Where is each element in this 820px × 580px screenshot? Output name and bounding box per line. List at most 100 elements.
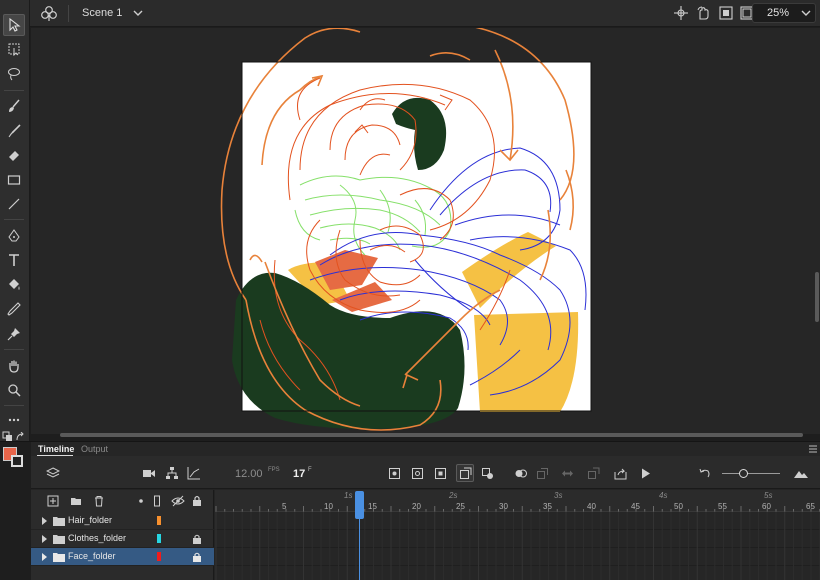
- current-frame-value[interactable]: 17: [293, 468, 305, 480]
- new-folder-icon[interactable]: [70, 495, 82, 507]
- seconds-label: 4s: [659, 491, 668, 500]
- lock-icon[interactable]: [192, 534, 202, 544]
- eraser-tool[interactable]: [3, 144, 25, 166]
- pin-tool[interactable]: [3, 323, 25, 345]
- layer-row-clothes[interactable]: Clothes_folder: [31, 530, 214, 548]
- line-tool[interactable]: [3, 193, 25, 215]
- camera-icon[interactable]: [142, 466, 156, 480]
- arrow-icon: [9, 18, 21, 32]
- zoom-tool[interactable]: [3, 379, 25, 401]
- toolbar-divider: [4, 349, 24, 350]
- tab-output[interactable]: Output: [81, 444, 108, 454]
- frame-number: 50: [674, 502, 683, 511]
- fps-value[interactable]: 12.00: [235, 468, 263, 480]
- edit-multiple-frames-button[interactable]: [533, 464, 551, 482]
- ruler-ticks: [215, 506, 820, 512]
- mountain-zoom-icon[interactable]: [793, 466, 809, 480]
- free-transform-icon: [8, 43, 20, 56]
- color-chips: [0, 430, 30, 470]
- paint-bucket-tool[interactable]: [3, 274, 25, 296]
- selection-tool[interactable]: [3, 14, 25, 36]
- hide-eye-icon[interactable]: [171, 495, 185, 507]
- zoom-dropdown[interactable]: 25%: [752, 3, 816, 23]
- layer-row-face[interactable]: Face_folder: [31, 548, 214, 566]
- frame-ruler[interactable]: 1s 2s 3s 4s 5s 5 10 15 20 25 30 35 40 45…: [215, 490, 820, 512]
- horizontal-scrollbar[interactable]: [60, 433, 803, 437]
- playhead-handle[interactable]: [355, 491, 364, 519]
- sync-symbols-button[interactable]: [584, 464, 602, 482]
- pen-icon: [8, 229, 20, 242]
- eyedropper-icon: [7, 302, 21, 316]
- timeline-toolbar: 12.00 FPS 17 F: [31, 456, 820, 489]
- lock-icon[interactable]: [192, 552, 202, 562]
- layer-row-hair[interactable]: Hair_folder: [31, 512, 214, 530]
- stage-artwork[interactable]: [31, 28, 820, 434]
- clip-canvas-icon[interactable]: [719, 6, 733, 20]
- stage-pasteboard[interactable]: [31, 28, 820, 434]
- highlight-dot-icon[interactable]: [138, 495, 144, 507]
- frame-number: 55: [718, 502, 727, 511]
- chevron-down-icon[interactable]: [133, 8, 143, 18]
- graph-editor-icon[interactable]: [187, 466, 201, 480]
- layer-parenting-icon[interactable]: [165, 466, 179, 480]
- lock-icon[interactable]: [192, 495, 202, 507]
- loop-button[interactable]: [558, 464, 576, 482]
- onion-skin-button[interactable]: [511, 464, 529, 482]
- lasso-tool[interactable]: [3, 63, 25, 85]
- stroke-color-swatch[interactable]: [11, 455, 23, 467]
- frame-number: 35: [543, 502, 552, 511]
- insert-keyframe-button[interactable]: [385, 464, 403, 482]
- remove-tween-icon: [481, 467, 493, 479]
- layer-color-swatch[interactable]: [157, 534, 161, 543]
- paint-brush-icon: [8, 124, 21, 138]
- panel-menu-icon[interactable]: [809, 445, 817, 453]
- frame-grid[interactable]: [215, 512, 820, 580]
- frame-number: 45: [631, 502, 640, 511]
- outline-view-icon[interactable]: [153, 495, 161, 507]
- vertical-scrollbar[interactable]: [815, 272, 819, 322]
- folder-icon: [53, 553, 65, 562]
- tab-timeline[interactable]: Timeline: [38, 444, 74, 454]
- scene-name[interactable]: Scene 1: [82, 7, 122, 19]
- timeline-zoom-knob[interactable]: [739, 469, 748, 478]
- layer-name[interactable]: Hair_folder: [68, 515, 112, 525]
- pen-tool[interactable]: [3, 225, 25, 247]
- insert-blank-keyframe-button[interactable]: [408, 464, 426, 482]
- scene-clubs-icon[interactable]: [40, 5, 58, 22]
- onion-skin-icon: [515, 469, 527, 477]
- remove-tween-button[interactable]: [478, 464, 496, 482]
- trash-icon[interactable]: [93, 495, 105, 507]
- top-bar: Scene 1 25%: [0, 0, 820, 27]
- layer-color-swatch[interactable]: [157, 516, 161, 525]
- insert-frame-button[interactable]: [431, 464, 449, 482]
- layer-header: [31, 490, 214, 512]
- chevron-down-icon: [801, 10, 811, 16]
- expand-caret-icon[interactable]: [41, 517, 48, 525]
- free-transform-tool[interactable]: [3, 38, 25, 60]
- export-frames-button[interactable]: [611, 464, 629, 482]
- hand-tool[interactable]: [3, 355, 25, 377]
- play-button[interactable]: [636, 464, 654, 482]
- more-tools[interactable]: [3, 409, 25, 431]
- expand-caret-icon[interactable]: [41, 535, 48, 543]
- brush-tool[interactable]: [3, 95, 25, 117]
- layer-name[interactable]: Clothes_folder: [68, 533, 126, 543]
- line-icon: [8, 198, 20, 210]
- crosshair-center-icon[interactable]: [674, 6, 688, 20]
- paint-brush-tool[interactable]: [3, 120, 25, 142]
- eyedropper-tool[interactable]: [3, 298, 25, 320]
- paint-bucket-icon: [9, 279, 20, 290]
- layer-list: Hair_folder Clothes_folder Face_folder: [31, 512, 214, 580]
- rotate-hand-icon[interactable]: [697, 6, 711, 20]
- expand-caret-icon[interactable]: [41, 553, 48, 561]
- timeline-zoom-slider[interactable]: [722, 473, 780, 474]
- new-layer-icon[interactable]: [47, 495, 59, 507]
- layer-name[interactable]: Face_folder: [68, 551, 116, 561]
- frame-unit: F: [308, 467, 312, 473]
- layers-stack-icon[interactable]: [46, 466, 60, 480]
- reset-zoom-button[interactable]: [695, 464, 713, 482]
- insert-tween-button[interactable]: [456, 464, 474, 482]
- text-tool[interactable]: [3, 249, 25, 271]
- rectangle-tool[interactable]: [3, 169, 25, 191]
- layer-color-swatch[interactable]: [157, 552, 161, 561]
